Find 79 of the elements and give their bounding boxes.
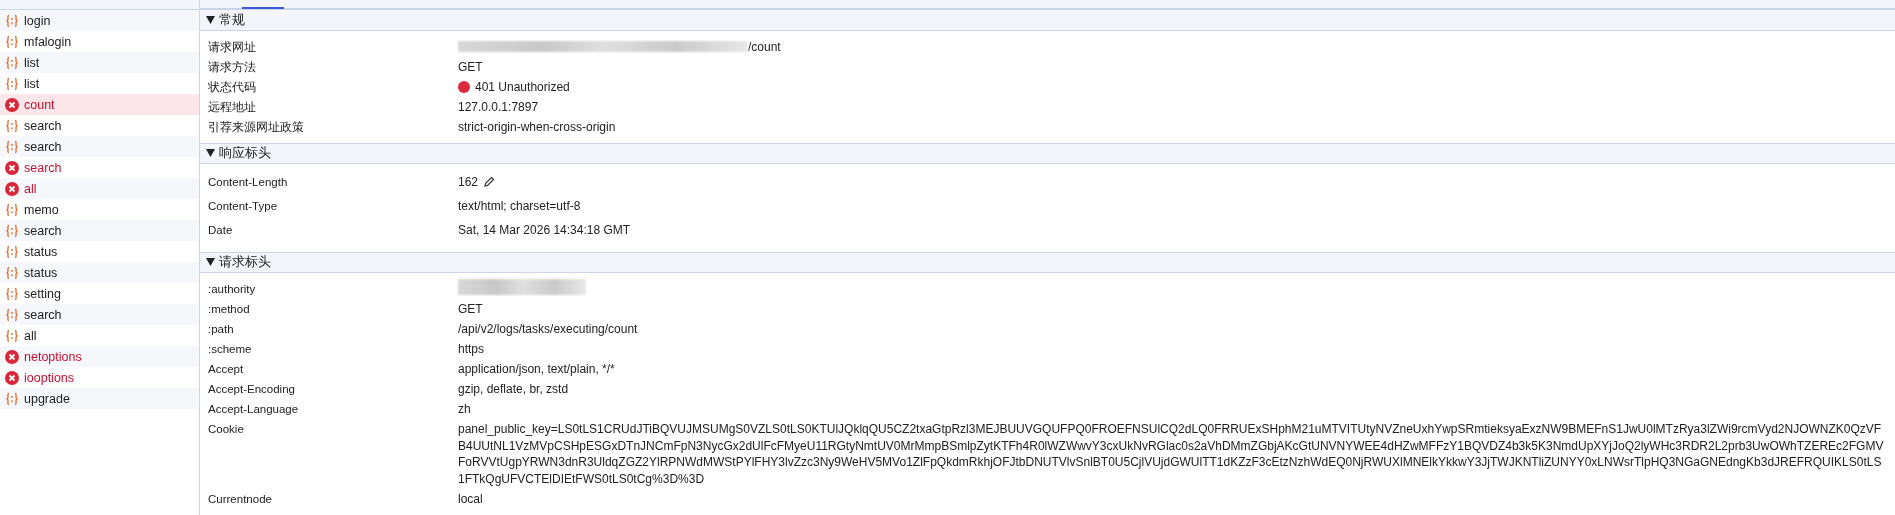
- request-item[interactable]: all: [0, 178, 199, 199]
- braces-icon: [5, 391, 19, 406]
- request-item[interactable]: count: [0, 94, 199, 115]
- error-icon: [5, 97, 19, 112]
- header-name: Cookie: [208, 422, 245, 437]
- header-value: panel_public_key=LS0tLS1CRUdJTiBQVUJMSUMgS0VZLS0tLS0KTUlJQklqQU5CZ2txaGtpRzl3MEJBUUVGQUFPQ0FROEFNSUlCQ2dLQ0FRRUExSHphM21uMTVITUtyNVZneUxhYwpSRmtieksyaExzNW9BMEFnS1JwU0lMTzRya3lZWi9rcmVyd2NJOWNZK0QzVFB4UUtNL1VzMVpCSHpESGxDTnJNCmFpN3NycGx2dUlFcFMyeU11RGtyNmtUV0MrMmpBSmlpZytKTFh4R0lWZWwvY3cxUkNvRGlac0s2aVhDMmZGbjAKcGtUNVNYWEE4dHZwMFFzY1BQVDZ4b3k5K3NmdUpXYjJoQ2lyWHc3RDR2L2prb3UwOWhTZEREc2FGMVFoRVVtUgpYRWN3dnR3UldqZGZ2YlRPNWdMWStPYlFHY3lvZzc3Ny9WeHV5MVo1ZlFpQkdmRkhjOFJtbDNUTVlvSnlBT0U5CjlVUjdGWUlTT1dKZzF3cEtzNzhWdEQ0NjRWUXlMNElkYkkwY3JjTWJKNTliZUNYY0xLNWsrTlpHQ3NGaGNEdngKb3dJREFRQUIKLS0tLS1FTkQgUFVCTElDIEtFWS0tLS0tCg%3D%3D: [458, 421, 1885, 488]
- braces-icon: [5, 13, 19, 28]
- request-item[interactable]: search: [0, 157, 199, 178]
- error-icon: [5, 370, 19, 385]
- header-name: 状态代码: [208, 79, 257, 95]
- header-name: :scheme: [208, 342, 253, 357]
- braces-icon: [5, 202, 19, 217]
- header-value: Sat, 14 Mar 2026 14:34:18 GMT: [458, 221, 632, 239]
- request-item[interactable]: memo: [0, 199, 199, 220]
- request-item[interactable]: status: [0, 241, 199, 262]
- header-value: GET: [458, 58, 484, 76]
- header-value: /count: [748, 38, 781, 56]
- braces-icon: [5, 55, 19, 70]
- pencil-icon[interactable]: [483, 175, 496, 188]
- section-header[interactable]: 常规: [200, 9, 1895, 31]
- header-value: GET: [458, 301, 484, 318]
- header-value: 401 Unauthorized: [475, 78, 570, 96]
- tab-indicator: [242, 7, 284, 10]
- braces-icon: [5, 34, 19, 49]
- caret-icon: [206, 149, 215, 158]
- header-value: 162: [458, 173, 479, 191]
- header-name: Date: [208, 222, 234, 238]
- braces-icon: [5, 307, 19, 322]
- header-name: Accept-Language: [208, 402, 300, 417]
- header-name: Content-Type: [208, 198, 279, 214]
- request-item[interactable]: iooptions: [0, 367, 199, 388]
- caret-icon: [206, 15, 215, 24]
- error-icon: [5, 181, 19, 196]
- error-icon: [5, 349, 19, 364]
- header-value: gzip, deflate, br, zstd: [458, 381, 570, 398]
- header-name: 请求网址: [208, 39, 257, 55]
- request-item[interactable]: upgrade: [0, 388, 199, 409]
- request-item[interactable]: status: [0, 262, 199, 283]
- caret-icon: [206, 258, 215, 267]
- request-item[interactable]: list: [0, 52, 199, 73]
- section-header[interactable]: 请求标头: [200, 251, 1895, 273]
- header-value: application/json, text/plain, */*: [458, 361, 616, 378]
- braces-icon: [5, 286, 19, 301]
- request-item[interactable]: search: [0, 115, 199, 136]
- request-item[interactable]: search: [0, 220, 199, 241]
- header-value: zh: [458, 401, 472, 418]
- header-name: Accept-Encoding: [208, 382, 296, 397]
- braces-icon: [5, 139, 19, 154]
- request-item[interactable]: setting: [0, 283, 199, 304]
- request-item[interactable]: all: [0, 325, 199, 346]
- braces-icon: [5, 223, 19, 238]
- header-value: local: [458, 491, 484, 508]
- header-name: Content-Length: [208, 174, 289, 190]
- header-value: /api/v2/logs/tasks/executing/count: [458, 321, 639, 338]
- braces-icon: [5, 244, 19, 259]
- request-item[interactable]: netoptions: [0, 346, 199, 367]
- header-name: Currentnode: [208, 492, 273, 507]
- header-value: strict-origin-when-cross-origin: [458, 118, 617, 136]
- header-name: Accept: [208, 362, 245, 377]
- header-name: :authority: [208, 282, 257, 297]
- error-icon: [5, 160, 19, 175]
- request-item[interactable]: login: [0, 10, 199, 31]
- braces-icon: [5, 76, 19, 91]
- request-item[interactable]: search: [0, 136, 199, 157]
- request-item[interactable]: search: [0, 304, 199, 325]
- header-name: 请求方法: [208, 59, 257, 75]
- braces-icon: [5, 265, 19, 280]
- header-name: 远程地址: [208, 99, 257, 115]
- header-name: 引荐来源网址政策: [208, 119, 305, 135]
- braces-icon: [5, 118, 19, 133]
- request-item[interactable]: mfalogin: [0, 31, 199, 52]
- header-name: :method: [208, 302, 251, 317]
- braces-icon: [5, 328, 19, 343]
- header-value: text/html; charset=utf-8: [458, 197, 582, 215]
- header-value: 127.0.0.1:7897: [458, 98, 540, 116]
- header-name: :path: [208, 322, 235, 337]
- request-item[interactable]: list: [0, 73, 199, 94]
- header-value: https: [458, 341, 485, 358]
- section-header[interactable]: 响应标头: [200, 142, 1895, 164]
